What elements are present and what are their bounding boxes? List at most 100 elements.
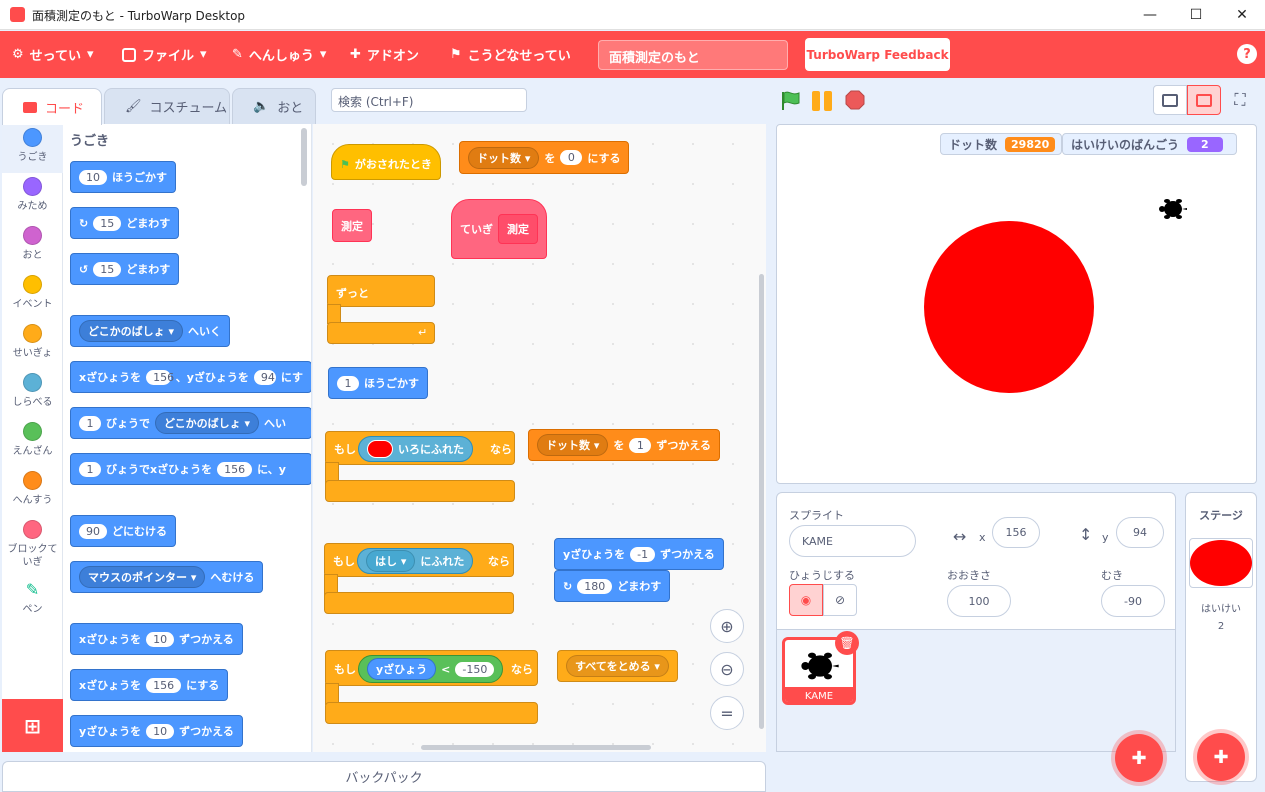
search-input[interactable]: 検索 (Ctrl+F) [331, 88, 527, 112]
steps-input[interactable]: 1 [337, 375, 359, 391]
category-item[interactable]: イベント [2, 271, 63, 320]
tab-costumes[interactable]: 🖌 コスチューム [104, 88, 230, 124]
change-variable-block[interactable]: ドット数 ▾ を 1 ずつかえる [528, 429, 721, 461]
if-touching-edge-block[interactable]: もし はし ▾ にふれた なら [324, 543, 514, 577]
palette-scrollbar[interactable] [301, 128, 307, 186]
point-towards-block[interactable]: マウスのポインター ▾ へむける [70, 561, 264, 593]
stage[interactable]: ドット数 29820 はいけいのばんごう 2 [776, 124, 1257, 484]
direction-input[interactable]: 90 [79, 523, 107, 539]
category-item[interactable]: ✎ ペン [2, 576, 63, 625]
goto-block[interactable]: どこかのばしょ ▾ へいく [70, 315, 231, 347]
change-y-block[interactable]: yざひょうを 10 ずつかえる [70, 715, 243, 747]
project-title-input[interactable]: 面積測定のもと [598, 40, 788, 70]
if-y-less-block[interactable]: もし yざひょう < -150 なら [325, 650, 538, 686]
category-item[interactable]: しらべる [2, 369, 63, 418]
touching-color-reporter[interactable]: いろにふれた [358, 436, 473, 462]
variable-monitor-dots[interactable]: ドット数 29820 [940, 133, 1063, 155]
zoom-reset-button[interactable]: = [710, 696, 744, 730]
glide-dropdown[interactable]: どこかのばしょ ▾ [155, 412, 260, 434]
y-position-reporter[interactable]: yざひょう [367, 658, 437, 680]
code-workspace[interactable]: ⚑ がおされたとき ドット数 ▾ を 0 にする 測定 ていぎ 測定 ずっと ↵… [313, 124, 766, 752]
sprite-name-input[interactable]: KAME [789, 525, 916, 557]
touching-dropdown[interactable]: はし ▾ [366, 550, 416, 572]
if-touching-color-block[interactable]: もし いろにふれた なら [325, 431, 515, 465]
hide-sprite-button[interactable]: ⊘ [823, 584, 857, 616]
y-input[interactable]: 10 [146, 723, 175, 739]
tab-sounds[interactable]: 🔈 おと [232, 88, 316, 124]
set-variable-block[interactable]: ドット数 ▾ を 0 にする [459, 141, 630, 174]
color-swatch[interactable] [367, 440, 393, 458]
variable-monitor-backdrop[interactable]: はいけいのばんごう 2 [1062, 133, 1237, 155]
x-input[interactable]: 156 [146, 677, 182, 693]
turtle-sprite[interactable] [1159, 197, 1187, 221]
change-y-block[interactable]: yざひょうを -1 ずつかえる [554, 538, 724, 570]
tab-code[interactable]: コード [2, 88, 102, 125]
zoom-out-button[interactable]: ⊖ [710, 652, 744, 686]
point-direction-block[interactable]: 90 どにむける [70, 515, 176, 547]
delete-sprite-button[interactable]: 🗑 [835, 631, 859, 655]
size-input[interactable]: 100 [947, 585, 1011, 617]
category-item[interactable]: へんすう [2, 467, 63, 516]
x-position-input[interactable]: 156 [992, 517, 1040, 548]
y-input[interactable]: -1 [630, 546, 656, 562]
move-steps-block[interactable]: 10 ほうごかす [70, 161, 176, 193]
y-input[interactable]: 94 [253, 369, 276, 385]
x-input[interactable]: 156 [217, 461, 253, 477]
towards-dropdown[interactable]: マウスのポインター ▾ [79, 566, 206, 588]
settings-menu[interactable]: ⚙ せってい ▾ [12, 45, 94, 64]
add-backdrop-button[interactable]: ✚ [1197, 733, 1245, 781]
value-input[interactable]: 0 [560, 150, 583, 165]
define-prototype[interactable]: 測定 [498, 214, 538, 244]
stage-thumbnail[interactable] [1189, 538, 1253, 588]
secs-input[interactable]: 1 [79, 461, 101, 477]
goto-xy-block[interactable]: xざひょうを 156 、yざひょうを 94 にす [70, 361, 311, 393]
green-flag-button[interactable] [780, 90, 800, 110]
degrees-input[interactable]: 15 [93, 215, 122, 231]
workspace-h-scrollbar[interactable] [421, 745, 651, 750]
touching-reporter[interactable]: はし ▾ にふれた [357, 548, 474, 574]
stop-button[interactable] [845, 90, 865, 110]
when-flag-clicked-block[interactable]: ⚑ がおされたとき [331, 144, 441, 180]
large-stage-button[interactable] [1187, 85, 1221, 115]
edit-menu[interactable]: ✎ へんしゅう ▾ [232, 45, 326, 64]
variable-dropdown[interactable]: ドット数 ▾ [537, 434, 609, 456]
x-input[interactable]: 10 [146, 631, 175, 647]
workspace-v-scrollbar[interactable] [759, 274, 764, 729]
category-item[interactable]: うごき [2, 124, 63, 173]
steps-input[interactable]: 10 [79, 169, 107, 185]
direction-input[interactable]: -90 [1101, 585, 1165, 617]
category-item[interactable]: みため [2, 173, 63, 222]
goto-dropdown[interactable]: どこかのばしょ ▾ [79, 320, 184, 342]
add-sprite-button[interactable]: ✚ [1115, 734, 1163, 782]
define-block[interactable]: ていぎ 測定 [451, 199, 547, 259]
change-x-block[interactable]: xざひょうを 10 ずつかえる [70, 623, 243, 655]
x-input[interactable]: 156 [146, 369, 174, 385]
feedback-button[interactable]: TurboWarp Feedback [805, 38, 950, 71]
less-than-operator[interactable]: yざひょう < -150 [358, 655, 504, 683]
zoom-in-button[interactable]: ⊕ [710, 609, 744, 643]
pause-button[interactable] [812, 91, 834, 111]
close-button[interactable]: ✕ [1219, 0, 1265, 30]
fullscreen-button[interactable]: ⛶ [1228, 88, 1252, 112]
value-input[interactable]: 1 [629, 437, 652, 453]
variable-dropdown[interactable]: ドット数 ▾ [468, 146, 540, 169]
category-item[interactable]: せいぎょ [2, 320, 63, 369]
file-menu[interactable]: ファイル ▾ [122, 45, 207, 64]
move-steps-block[interactable]: 1 ほうごかす [328, 367, 428, 399]
add-extension-button[interactable]: ⊞ [2, 699, 63, 752]
category-item[interactable]: おと [2, 222, 63, 271]
backpack[interactable]: バックパック [2, 761, 766, 792]
turn-right-block[interactable]: ↻ 15 どまわす [70, 207, 180, 239]
help-icon[interactable]: ? [1237, 44, 1257, 64]
maximize-button[interactable]: ☐ [1173, 0, 1219, 30]
degrees-input[interactable]: 180 [577, 578, 613, 594]
addons-button[interactable]: ✚ アドオン [350, 45, 419, 64]
measure-call-block[interactable]: 測定 [332, 209, 372, 242]
show-sprite-button[interactable]: ◉ [789, 584, 823, 616]
stop-block[interactable]: すべてをとめる ▾ [557, 650, 678, 682]
turn-block[interactable]: ↻ 180 どまわす [554, 570, 671, 602]
glide-block[interactable]: 1 びょうで どこかのばしょ ▾ へい [70, 407, 311, 439]
forever-block[interactable]: ずっと [327, 275, 435, 307]
stop-dropdown[interactable]: すべてをとめる ▾ [566, 655, 669, 677]
category-item[interactable]: ブロックて いぎ [2, 516, 63, 576]
